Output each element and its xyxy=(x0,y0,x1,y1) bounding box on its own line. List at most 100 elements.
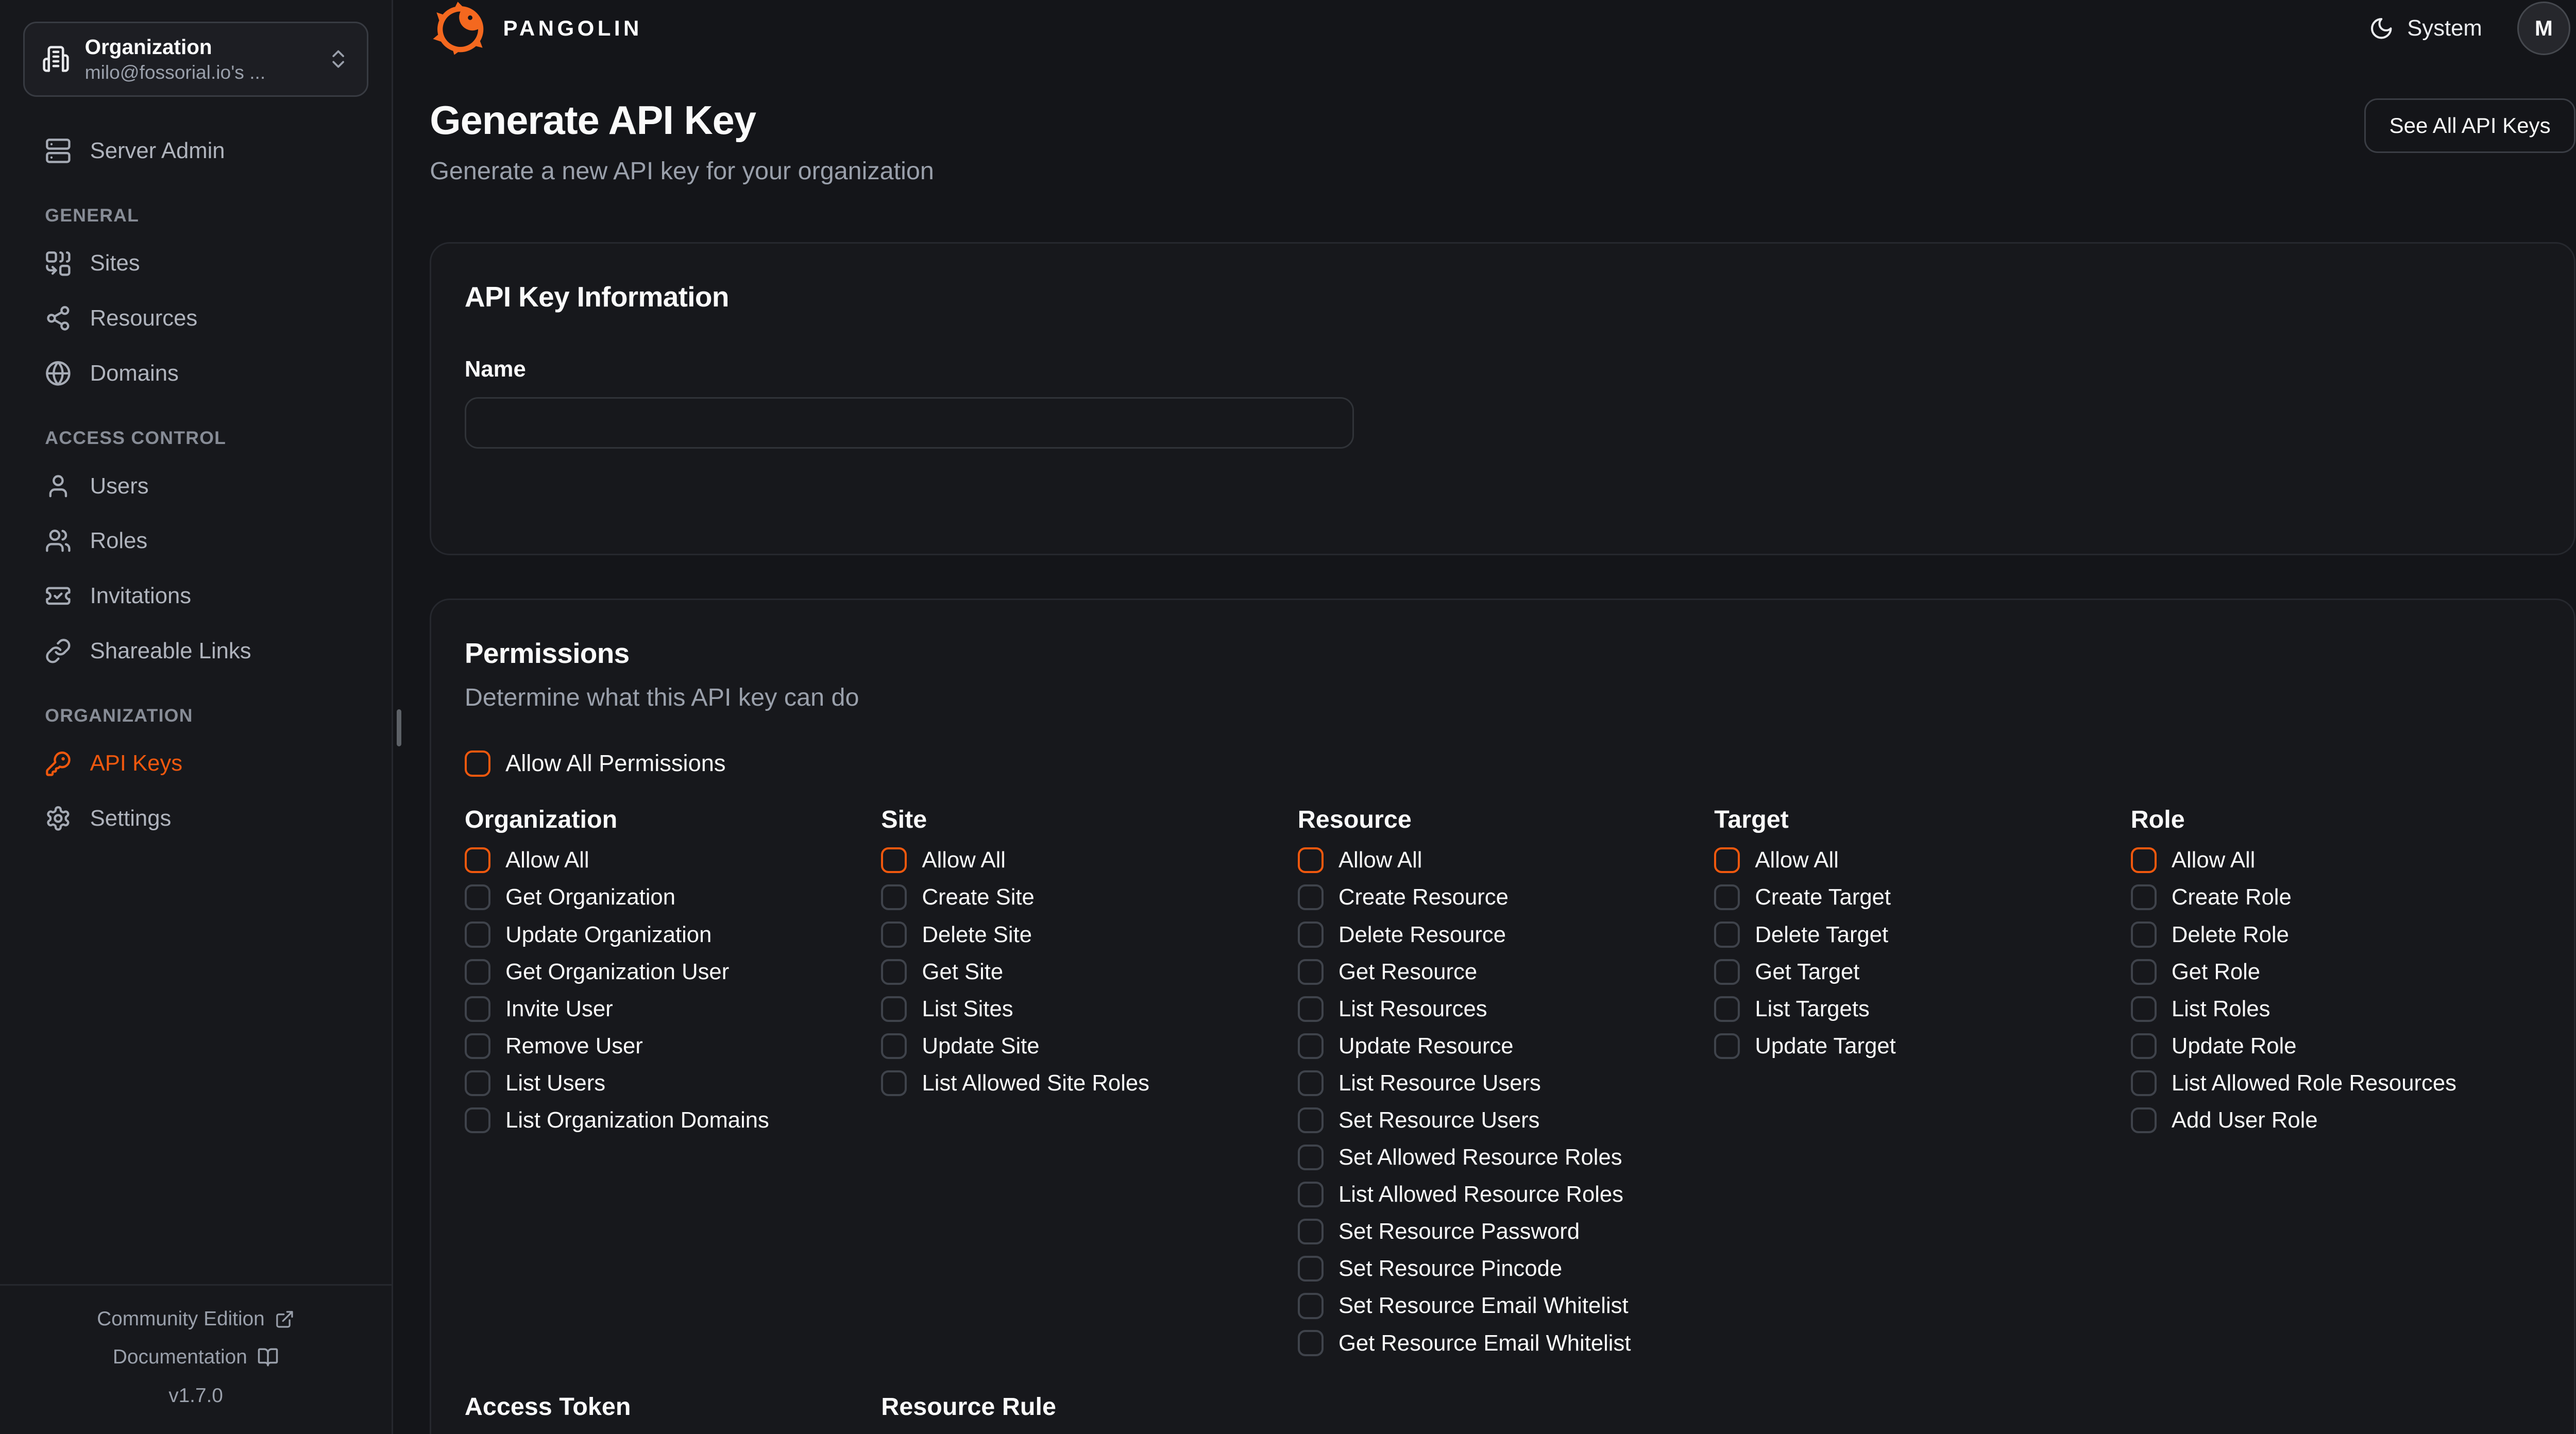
book-open-icon xyxy=(257,1346,279,1368)
permission-label: Set Resource Email Whitelist xyxy=(1338,1293,1629,1319)
see-all-api-keys-button[interactable]: See All API Keys xyxy=(2364,98,2575,153)
documentation-link[interactable]: Documentation xyxy=(113,1339,279,1376)
theme-toggle-label: System xyxy=(2407,15,2482,41)
sidebar-item-server-admin[interactable]: Server Admin xyxy=(23,123,368,178)
api-key-name-input[interactable] xyxy=(465,397,1354,449)
permission-row: List Allowed Role Resources xyxy=(2131,1070,2541,1096)
permission-checkbox[interactable] xyxy=(1714,847,1740,873)
permission-checkbox[interactable] xyxy=(1714,1033,1740,1059)
permission-checkbox[interactable] xyxy=(465,921,490,947)
permission-label: Create Resource xyxy=(1338,884,1509,910)
permission-row: Delete Target xyxy=(1714,921,2124,947)
sidebar-section-label: ORGANIZATION xyxy=(45,705,346,726)
permission-checkbox[interactable] xyxy=(1298,959,1324,985)
avatar-initial: M xyxy=(2535,16,2553,41)
permission-row: List Organization Domains xyxy=(465,1107,875,1133)
permission-checkbox[interactable] xyxy=(881,884,907,910)
permission-label: Create Role xyxy=(2172,884,2292,910)
sidebar-scrollbar-thumb[interactable] xyxy=(397,709,402,746)
permission-checkbox[interactable] xyxy=(881,921,907,947)
permission-row: List Resource Users xyxy=(1298,1070,1708,1096)
permission-row: List Users xyxy=(465,1070,875,1096)
sidebar-item-resources[interactable]: Resources xyxy=(23,291,368,346)
sidebar-item-api-keys[interactable]: API Keys xyxy=(23,736,368,791)
permission-row: Allow All xyxy=(1298,847,1708,873)
permission-row: Set Resource Users xyxy=(1298,1107,1708,1133)
link-icon xyxy=(45,638,72,664)
permission-checkbox[interactable] xyxy=(465,1070,490,1096)
permission-row: Allow All xyxy=(881,847,1291,873)
community-edition-link[interactable]: Community Edition xyxy=(97,1301,295,1337)
permission-label: Get Organization xyxy=(505,884,675,910)
sidebar-item-roles[interactable]: Roles xyxy=(23,514,368,569)
permission-checkbox[interactable] xyxy=(881,1033,907,1059)
permission-checkbox[interactable] xyxy=(465,1107,490,1133)
permission-row: Get Resource Email Whitelist xyxy=(1298,1330,1708,1356)
permission-row: Delete Site xyxy=(881,921,1291,947)
sidebar-item-invitations[interactable]: Invitations xyxy=(23,569,368,624)
permission-label: List Allowed Role Resources xyxy=(2172,1070,2456,1096)
permission-checkbox[interactable] xyxy=(465,996,490,1022)
permission-checkbox[interactable] xyxy=(881,1070,907,1096)
pangolin-logo[interactable]: PANGOLIN xyxy=(431,0,642,57)
permission-label: Set Resource Users xyxy=(1338,1107,1540,1133)
permission-label: List Resources xyxy=(1338,996,1487,1022)
permission-checkbox[interactable] xyxy=(2131,884,2157,910)
permission-label: List Organization Domains xyxy=(505,1107,769,1133)
allow-all-permissions-row: Allow All Permissions xyxy=(465,750,2540,777)
permission-checkbox[interactable] xyxy=(1714,921,1740,947)
permission-checkbox[interactable] xyxy=(881,847,907,873)
sidebar-item-users[interactable]: Users xyxy=(23,458,368,514)
permission-checkbox[interactable] xyxy=(465,959,490,985)
permission-checkbox[interactable] xyxy=(465,884,490,910)
chevrons-up-down-icon xyxy=(327,47,350,71)
permission-checkbox[interactable] xyxy=(881,996,907,1022)
permission-checkbox[interactable] xyxy=(1298,1033,1324,1059)
community-edition-label: Community Edition xyxy=(97,1308,265,1330)
permission-checkbox[interactable] xyxy=(1298,1182,1324,1207)
permission-checkbox[interactable] xyxy=(2131,996,2157,1022)
permission-checkbox[interactable] xyxy=(1298,847,1324,873)
permission-checkbox[interactable] xyxy=(2131,1107,2157,1133)
permission-checkbox[interactable] xyxy=(1298,884,1324,910)
sidebar-item-domains[interactable]: Domains xyxy=(23,346,368,401)
organization-selector[interactable]: Organization milo@fossorial.io's ... xyxy=(23,22,368,97)
permission-checkbox[interactable] xyxy=(1298,1330,1324,1356)
permission-checkbox[interactable] xyxy=(1714,884,1740,910)
permission-checkbox[interactable] xyxy=(1298,1256,1324,1282)
permission-checkbox[interactable] xyxy=(1298,1293,1324,1319)
permission-checkbox[interactable] xyxy=(2131,1070,2157,1096)
allow-all-permissions-checkbox[interactable] xyxy=(465,750,490,776)
sidebar-item-settings[interactable]: Settings xyxy=(23,791,368,846)
permission-row: List Sites xyxy=(881,996,1291,1022)
page-header-texts: Generate API Key Generate a new API key … xyxy=(430,98,934,185)
permission-checkbox[interactable] xyxy=(1298,996,1324,1022)
permission-label: Delete Role xyxy=(2172,922,2289,948)
permission-checkbox[interactable] xyxy=(1298,1219,1324,1244)
permissions-column: Site Allow All Create Site Delete Site G… xyxy=(881,805,1291,1107)
sidebar-item-shareable-links[interactable]: Shareable Links xyxy=(23,623,368,678)
permission-checkbox[interactable] xyxy=(2131,959,2157,985)
permission-label: List Allowed Resource Roles xyxy=(1338,1182,1623,1207)
permission-row: Get Site xyxy=(881,959,1291,985)
permission-row: Allow All xyxy=(2131,847,2541,873)
permission-checkbox[interactable] xyxy=(2131,921,2157,947)
avatar[interactable]: M xyxy=(2517,2,2570,55)
permission-checkbox[interactable] xyxy=(465,1033,490,1059)
permission-checkbox[interactable] xyxy=(881,959,907,985)
server-icon xyxy=(45,138,72,164)
permission-checkbox[interactable] xyxy=(2131,847,2157,873)
permission-checkbox[interactable] xyxy=(1298,1070,1324,1096)
permission-checkbox[interactable] xyxy=(1714,959,1740,985)
sidebar-item-sites[interactable]: Sites xyxy=(23,236,368,291)
permission-label: Get Resource xyxy=(1338,959,1477,985)
permission-checkbox[interactable] xyxy=(2131,1033,2157,1059)
permission-checkbox[interactable] xyxy=(1298,1107,1324,1133)
theme-toggle[interactable]: System xyxy=(2369,15,2482,41)
permission-checkbox[interactable] xyxy=(1298,1145,1324,1170)
permission-row: List Allowed Resource Roles xyxy=(1298,1182,1708,1207)
permission-checkbox[interactable] xyxy=(465,847,490,873)
permission-checkbox[interactable] xyxy=(1298,921,1324,947)
permission-checkbox[interactable] xyxy=(1714,996,1740,1022)
permission-label: Remove User xyxy=(505,1033,643,1059)
